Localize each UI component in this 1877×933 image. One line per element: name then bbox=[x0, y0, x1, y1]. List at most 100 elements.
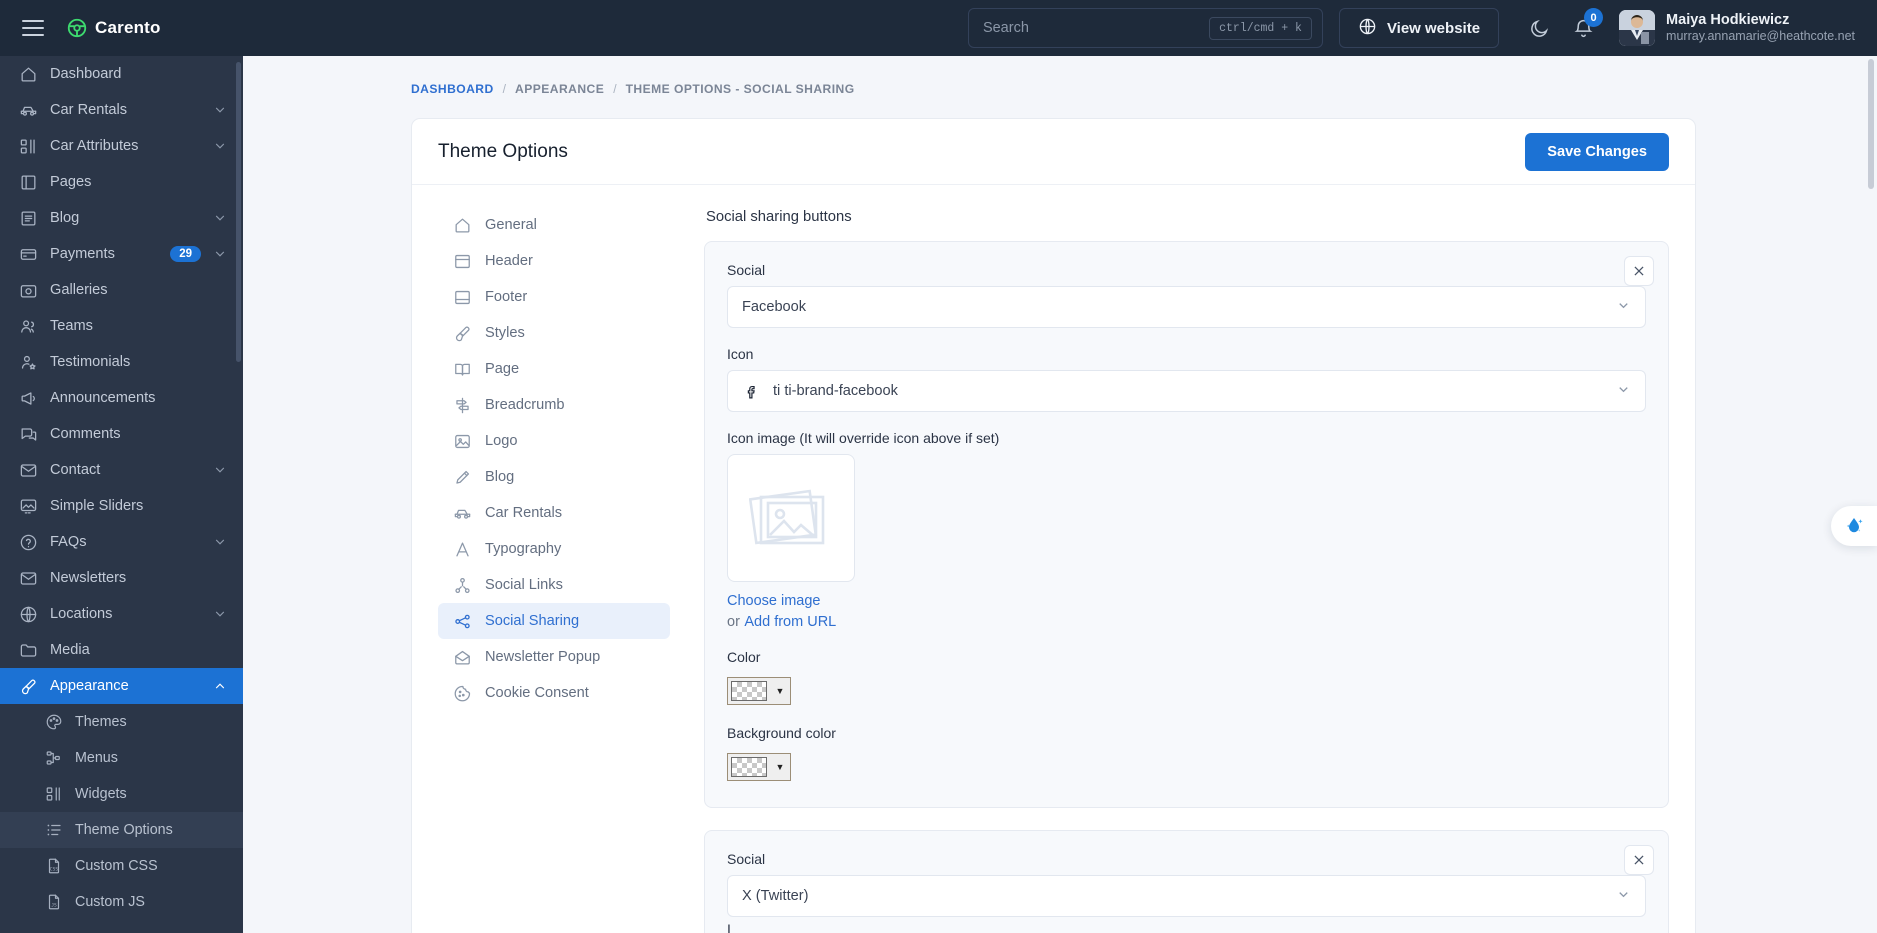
breadcrumb-item-appearance[interactable]: APPEARANCE bbox=[515, 82, 604, 96]
background-color-picker[interactable]: ▼ bbox=[727, 753, 791, 781]
sidebar-item-comments[interactable]: Comments bbox=[0, 416, 243, 452]
sidebar-subitem-label: Themes bbox=[75, 714, 127, 730]
svg-text:JS: JS bbox=[51, 903, 57, 909]
search-input[interactable]: Search ctrl/cmd + k bbox=[967, 8, 1323, 48]
sidebar-subitem-theme-options[interactable]: Theme Options bbox=[0, 812, 243, 848]
background-color-dropdown-arrow[interactable]: ▼ bbox=[770, 754, 790, 780]
tab-breadcrumb[interactable]: Breadcrumb bbox=[438, 387, 670, 423]
main-scrollbar[interactable] bbox=[1868, 59, 1874, 189]
sidebar-item-label: Announcements bbox=[50, 390, 156, 406]
social-select[interactable]: Facebook bbox=[727, 286, 1646, 328]
tab-car-rentals[interactable]: Car Rentals bbox=[438, 495, 670, 531]
mail-icon bbox=[18, 460, 38, 480]
tab-header[interactable]: Header bbox=[438, 243, 670, 279]
sidebar-subitem-widgets[interactable]: Widgets bbox=[0, 776, 243, 812]
sidebar-subitem-custom-css[interactable]: CSS Custom CSS bbox=[0, 848, 243, 884]
sidebar-item-car-rentals[interactable]: Car Rentals bbox=[0, 92, 243, 128]
sidebar-item-locations[interactable]: Locations bbox=[0, 596, 243, 632]
sidebar-item-contact[interactable]: Contact bbox=[0, 452, 243, 488]
social-select[interactable]: X (Twitter) bbox=[727, 875, 1646, 917]
sidebar-item-label: Contact bbox=[50, 462, 101, 478]
svg-text:CSS: CSS bbox=[49, 867, 57, 873]
sidebar-scrollbar[interactable] bbox=[236, 62, 241, 362]
tab-label: Footer bbox=[485, 289, 528, 305]
tab-typography[interactable]: Typography bbox=[438, 531, 670, 567]
header-icon bbox=[452, 251, 472, 271]
chevron-down-icon[interactable] bbox=[213, 211, 227, 225]
brush-icon bbox=[452, 323, 472, 343]
background-color-label: Background color bbox=[727, 725, 836, 741]
sidebar-subitem-menus[interactable]: Menus bbox=[0, 740, 243, 776]
social-select-value: Facebook bbox=[742, 299, 807, 315]
sidebar-item-announcements[interactable]: Announcements bbox=[0, 380, 243, 416]
remove-social-button[interactable] bbox=[1624, 256, 1654, 286]
sidebar-item-testimonials[interactable]: Testimonials bbox=[0, 344, 243, 380]
sidebar-item-galleries[interactable]: Galleries bbox=[0, 272, 243, 308]
chevron-down-icon[interactable] bbox=[213, 103, 227, 117]
share-icon bbox=[452, 611, 472, 631]
sidebar-item-pages[interactable]: Pages bbox=[0, 164, 243, 200]
tab-label: Newsletter Popup bbox=[485, 649, 601, 665]
notifications-button[interactable]: 0 bbox=[1565, 8, 1604, 46]
sidebar-item-simple-sliders[interactable]: Simple Sliders bbox=[0, 488, 243, 524]
assistant-floating-button[interactable] bbox=[1831, 506, 1877, 546]
tab-logo[interactable]: Logo bbox=[438, 423, 670, 459]
add-from-url-link[interactable]: Add from URL bbox=[744, 614, 836, 630]
icon-label-partial: I bbox=[727, 921, 731, 933]
sidebar-item-payments[interactable]: Payments 29 bbox=[0, 236, 243, 272]
notification-count-badge: 0 bbox=[1584, 8, 1604, 27]
tab-general[interactable]: General bbox=[438, 207, 670, 243]
sidebar-item-teams[interactable]: Teams bbox=[0, 308, 243, 344]
sidebar-subitem-themes[interactable]: Themes bbox=[0, 704, 243, 740]
tab-cookie-consent[interactable]: Cookie Consent bbox=[438, 675, 670, 711]
choose-image-link[interactable]: Choose image bbox=[727, 593, 821, 609]
sidebar-item-faqs[interactable]: FAQs bbox=[0, 524, 243, 560]
view-website-button[interactable]: View website bbox=[1338, 8, 1500, 48]
slider-image-icon bbox=[18, 496, 38, 516]
dark-mode-toggle[interactable] bbox=[1521, 10, 1557, 46]
breadcrumb-item-dashboard[interactable]: DASHBOARD bbox=[411, 82, 494, 96]
chevron-down-icon[interactable] bbox=[213, 139, 227, 153]
sidebar-subitem-custom-js[interactable]: JS Custom JS bbox=[0, 884, 243, 920]
chevron-down-icon[interactable] bbox=[213, 535, 227, 549]
sidebar-item-appearance[interactable]: Appearance bbox=[0, 668, 243, 704]
sidebar-item-car-attributes[interactable]: Car Attributes bbox=[0, 128, 243, 164]
tab-footer[interactable]: Footer bbox=[438, 279, 670, 315]
tab-social-sharing[interactable]: Social Sharing bbox=[438, 603, 670, 639]
tab-label: Logo bbox=[485, 433, 518, 449]
icon-select[interactable]: ti ti-brand-facebook bbox=[727, 370, 1646, 412]
facebook-icon bbox=[742, 383, 759, 400]
menu-toggle-icon[interactable] bbox=[22, 20, 44, 36]
save-changes-button[interactable]: Save Changes bbox=[1525, 132, 1669, 171]
chevron-down-icon bbox=[1616, 298, 1631, 317]
tab-social-links[interactable]: Social Links bbox=[438, 567, 670, 603]
tab-page[interactable]: Page bbox=[438, 351, 670, 387]
sidebar-item-label: Newsletters bbox=[50, 570, 127, 586]
chevron-up-icon[interactable] bbox=[213, 679, 227, 693]
chevron-down-icon[interactable] bbox=[213, 463, 227, 477]
brand-logo[interactable]: Carento bbox=[66, 17, 161, 39]
tab-styles[interactable]: Styles bbox=[438, 315, 670, 351]
settings-nav: General Header Footer Styles Page Breadcrumb L… bbox=[438, 207, 670, 933]
pencil-icon bbox=[452, 467, 472, 487]
sidebar-item-newsletters[interactable]: Newsletters bbox=[0, 560, 243, 596]
sidebar-item-blog[interactable]: Blog bbox=[0, 200, 243, 236]
sidebar-item-media[interactable]: Media bbox=[0, 632, 243, 668]
footer-icon bbox=[452, 287, 472, 307]
chevron-down-icon[interactable] bbox=[213, 607, 227, 621]
tab-blog[interactable]: Blog bbox=[438, 459, 670, 495]
list-icon bbox=[44, 821, 63, 840]
sidebar-item-label: Car Rentals bbox=[50, 102, 128, 118]
card-header: Theme Options Save Changes bbox=[412, 119, 1695, 184]
color-picker[interactable]: ▼ bbox=[727, 677, 791, 705]
user-name: Maiya Hodkiewicz bbox=[1666, 11, 1790, 28]
color-dropdown-arrow[interactable]: ▼ bbox=[770, 678, 790, 704]
chevron-down-icon[interactable] bbox=[213, 247, 227, 261]
icon-image-preview[interactable] bbox=[727, 454, 855, 582]
sidebar-item-dashboard[interactable]: Dashboard bbox=[0, 56, 243, 92]
brand-name: Carento bbox=[95, 18, 161, 37]
remove-social-button[interactable] bbox=[1624, 845, 1654, 875]
user-menu[interactable]: Maiya Hodkiewicz murray.annamarie@heathc… bbox=[1619, 10, 1855, 46]
folder-icon bbox=[18, 640, 38, 660]
tab-newsletter-popup[interactable]: Newsletter Popup bbox=[438, 639, 670, 675]
